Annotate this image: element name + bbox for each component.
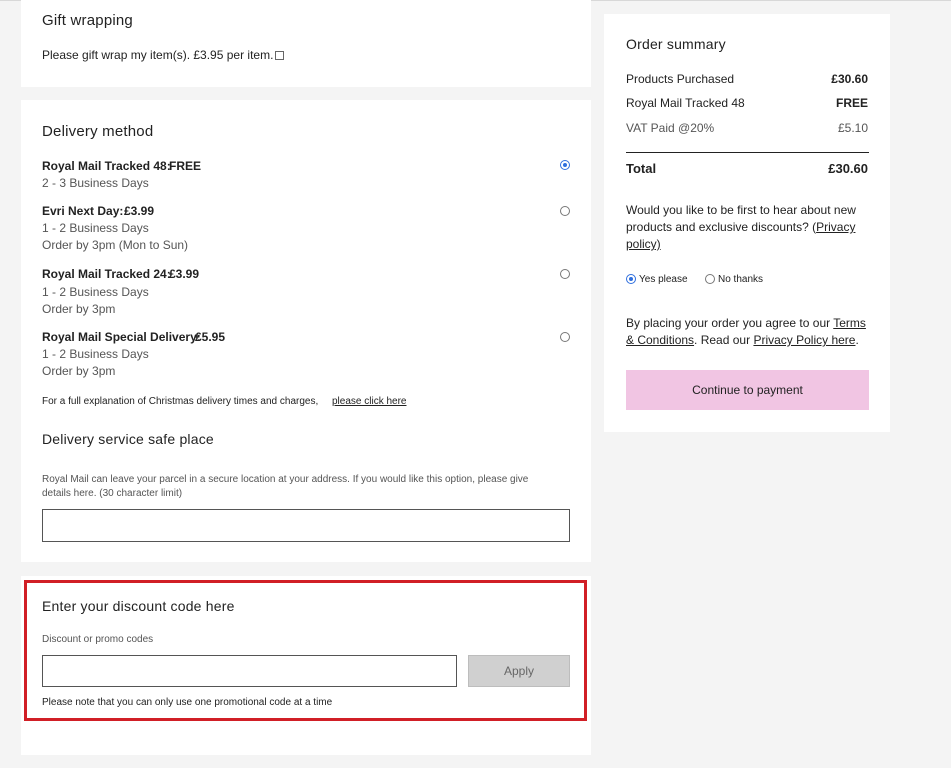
delivery-method-title: Delivery method <box>42 123 154 140</box>
summary-divider <box>626 152 869 153</box>
discount-code-input[interactable] <box>42 655 457 687</box>
summary-row-value: £5.10 <box>837 121 868 135</box>
christmas-link[interactable]: please click here <box>332 396 406 407</box>
gift-wrap-checkbox[interactable] <box>275 51 284 60</box>
option-cutoff: Order by 3pm (Mon to Sun) <box>42 238 189 252</box>
safe-place-input[interactable] <box>42 509 570 542</box>
marketing-yes-label[interactable]: Yes please <box>639 274 688 285</box>
gift-wrapping-title: Gift wrapping <box>42 12 133 29</box>
option-name: Royal Mail Tracked 24: <box>42 267 171 281</box>
safe-place-description-1: Royal Mail can leave your parcel in a se… <box>42 474 529 485</box>
option-price: FREE <box>169 159 202 173</box>
discount-title: Enter your discount code here <box>42 598 235 614</box>
summary-row-value: FREE <box>835 96 868 110</box>
continue-to-payment-button[interactable]: Continue to payment <box>626 370 869 410</box>
gift-wrap-label: Please gift wrap my item(s). £3.95 per i… <box>42 48 274 62</box>
summary-row-label: Royal Mail Tracked 48 <box>626 96 745 110</box>
option-cutoff: Order by 3pm <box>42 364 116 378</box>
total-label: Total <box>626 161 657 176</box>
apply-button[interactable]: Apply <box>468 655 570 687</box>
discount-label: Discount or promo codes <box>42 634 154 645</box>
summary-row-label: Products Purchased <box>626 72 735 86</box>
delivery-radio-evri-next-day[interactable] <box>560 206 570 216</box>
marketing-no-label[interactable]: No thanks <box>718 274 763 285</box>
delivery-radio-royal-mail-24[interactable] <box>560 269 570 279</box>
marketing-yes-radio[interactable] <box>626 274 636 284</box>
option-days: 1 - 2 Business Days <box>42 221 149 235</box>
safe-place-description-2: details here. (30 character limit) <box>42 488 183 499</box>
safe-place-title: Delivery service safe place <box>42 431 214 447</box>
option-name: Royal Mail Tracked 48: <box>42 159 171 173</box>
marketing-no-radio[interactable] <box>705 274 715 284</box>
terms-end: . <box>855 333 859 347</box>
privacy-policy-link-continued[interactable]: policy) <box>626 237 661 251</box>
discount-note: Please note that you can only use one pr… <box>42 697 333 708</box>
summary-row-label: VAT Paid @20% <box>626 121 715 135</box>
total-value: £30.60 <box>828 161 868 176</box>
terms-text: By placing your order you agree to our <box>626 316 831 330</box>
option-days: 1 - 2 Business Days <box>42 285 149 299</box>
option-days: 1 - 2 Business Days <box>42 347 149 361</box>
option-cutoff: Order by 3pm <box>42 302 116 316</box>
terms-line-2: & Conditions. Read our Privacy Policy he… <box>626 333 859 347</box>
terms-link[interactable]: Terms <box>833 316 866 330</box>
marketing-question-2: products and exclusive discounts? (Priva… <box>626 220 855 234</box>
delivery-radio-special-delivery[interactable] <box>560 332 570 342</box>
marketing-question-1: Would you like to be first to hear about… <box>626 203 856 217</box>
terms-line-1: By placing your order you agree to our T… <box>626 316 866 330</box>
option-name: Royal Mail Special Delivery: <box>42 330 201 344</box>
option-price: £3.99 <box>169 267 200 281</box>
privacy-policy-link[interactable]: Privacy <box>816 220 855 234</box>
marketing-question-2-text: products and exclusive discounts? ( <box>626 220 817 234</box>
christmas-note: For a full explanation of Christmas deli… <box>42 396 319 407</box>
terms-mid-text: . Read our <box>694 333 751 347</box>
summary-row-value: £30.60 <box>831 72 868 86</box>
order-summary-title: Order summary <box>626 36 726 52</box>
option-price: £3.99 <box>124 204 155 218</box>
option-name: Evri Next Day: <box>42 204 124 218</box>
terms-link-continued[interactable]: & Conditions <box>626 333 694 347</box>
privacy-policy-here-link[interactable]: Privacy Policy here <box>753 333 855 347</box>
option-price: £5.95 <box>195 330 226 344</box>
delivery-radio-royal-mail-48[interactable] <box>560 160 570 170</box>
option-days: 2 - 3 Business Days <box>42 176 149 190</box>
